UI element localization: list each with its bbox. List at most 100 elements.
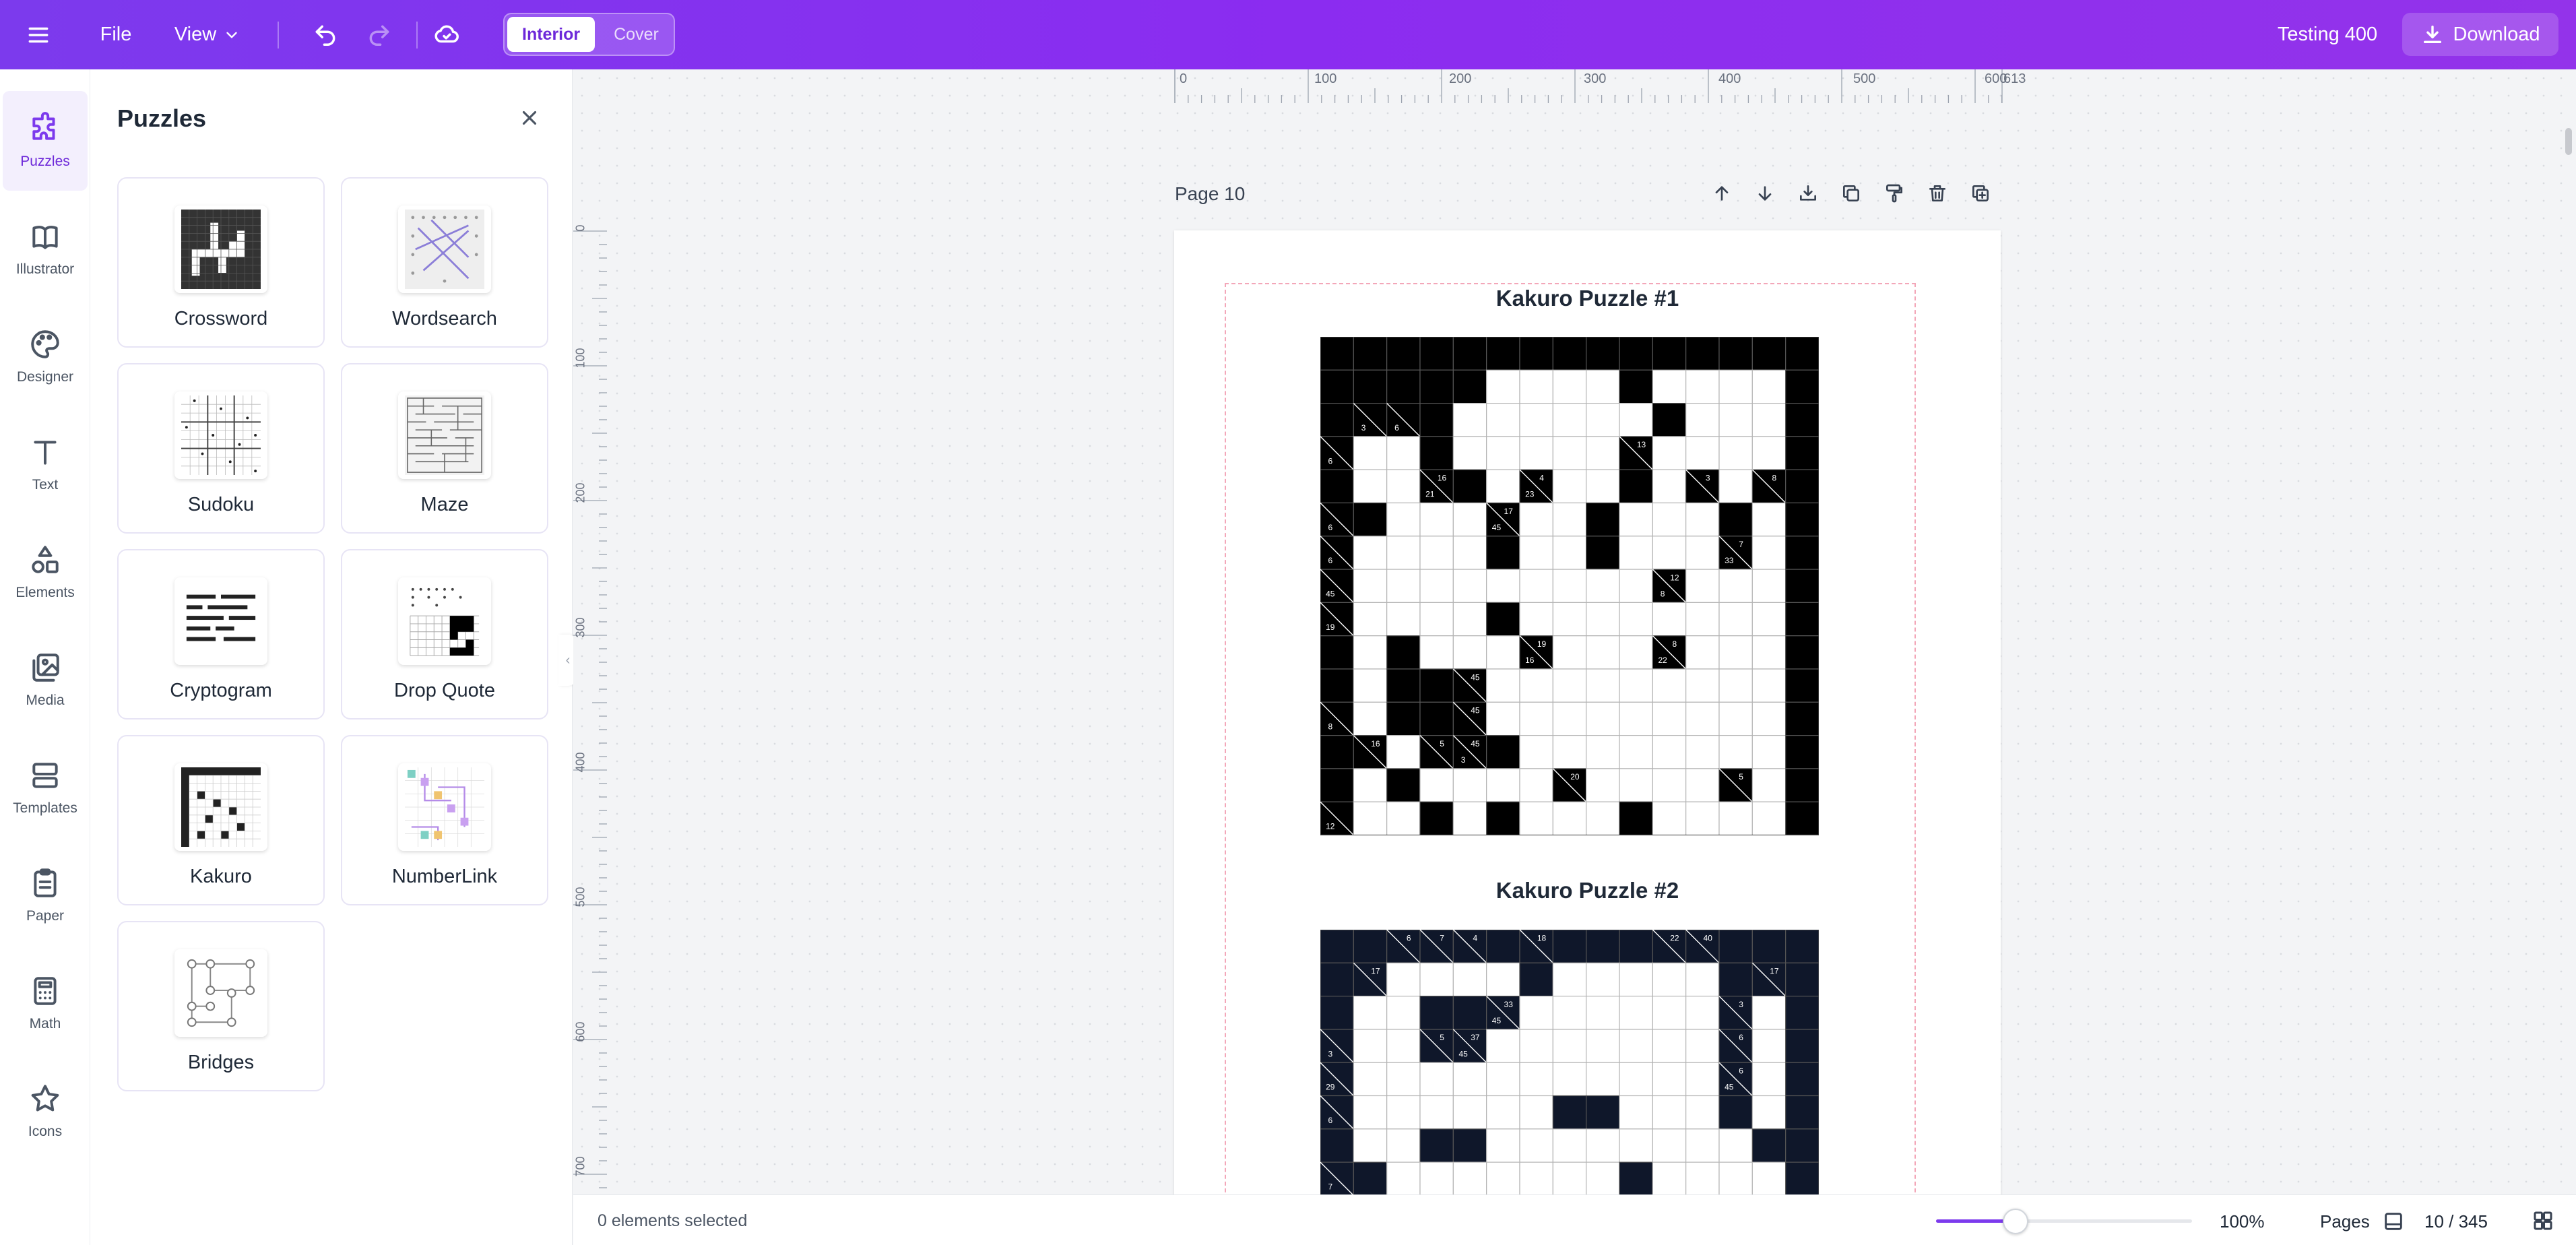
puzzle-card-sudoku[interactable]: Sudoku [117, 363, 325, 534]
kakuro-clue-across: 8 [1661, 589, 1665, 599]
project-name-label: Testing 400 [2277, 24, 2378, 45]
kakuro-block-cell [1320, 402, 1354, 437]
kakuro-empty-cell [1353, 1095, 1388, 1130]
view-menu[interactable]: View [168, 0, 247, 69]
redo-icon [369, 25, 389, 46]
move-page-up-button[interactable] [1708, 179, 1736, 208]
kakuro-clue-down: 13 [1637, 440, 1646, 449]
cloud-save-button[interactable] [430, 0, 463, 69]
download-button[interactable]: Download [2402, 13, 2558, 56]
puzzle-title[interactable]: Kakuro Puzzle #1 [1174, 286, 2001, 311]
kakuro-block-cell [1419, 995, 1454, 1030]
tab-interior[interactable]: Interior [507, 17, 595, 52]
file-menu[interactable]: File [93, 0, 139, 69]
kakuro-block-cell [1486, 602, 1520, 637]
format-page-button[interactable] [1880, 179, 1908, 208]
kakuro-block-cell [1751, 930, 1786, 963]
puzzle-card-cryptogram[interactable]: Cryptogram [117, 549, 325, 720]
kakuro-empty-cell [1452, 801, 1487, 835]
ruler-label-v: 200 [573, 482, 587, 503]
puzzle-title[interactable]: Kakuro Puzzle #2 [1174, 878, 2001, 903]
kakuro-block-cell [1452, 369, 1487, 404]
puzzle-card-bridges[interactable]: Bridges [117, 921, 325, 1091]
pages-label[interactable]: Pages [2320, 1211, 2370, 1232]
kakuro-empty-cell [1718, 701, 1753, 736]
add-page-button[interactable] [1966, 179, 1995, 208]
redo-button[interactable] [362, 0, 396, 69]
kakuro-empty-cell [1685, 602, 1720, 637]
kakuro-clue-across: 3 [1461, 755, 1466, 765]
duplicate-page-button[interactable] [1837, 179, 1865, 208]
panel-title: Puzzles [117, 104, 207, 132]
kakuro-block-cell [1419, 436, 1454, 470]
trash-icon [1929, 185, 1945, 201]
rail-item-templates[interactable]: Templates [0, 738, 90, 837]
kakuro-block-cell [1751, 337, 1786, 371]
kakuro-empty-cell [1586, 602, 1620, 637]
kakuro-empty-cell [1519, 436, 1553, 470]
kakuro-grid-2[interactable]: 6 7 4 18 22 4017 173345335 374562964567 [1320, 930, 1819, 1195]
hamburger-icon [28, 27, 49, 42]
kakuro-block-cell [1386, 668, 1421, 703]
undo-button[interactable] [309, 0, 342, 69]
kakuro-empty-cell [1552, 962, 1587, 997]
download-label: Download [2453, 23, 2540, 45]
page-panel-icon[interactable] [2382, 1210, 2405, 1233]
zoom-level[interactable]: 100% [2220, 1211, 2265, 1232]
kakuro-empty-cell [1718, 569, 1753, 604]
rail-item-paper[interactable]: Paper [0, 845, 90, 945]
tab-cover[interactable]: Cover [599, 17, 674, 52]
rail-label: Text [32, 477, 59, 492]
kakuro-block-cell [1419, 801, 1454, 835]
move-page-down-button[interactable] [1751, 179, 1779, 208]
kakuro-empty-cell [1552, 369, 1587, 404]
rail-item-elements[interactable]: Elements [0, 522, 90, 622]
kakuro-empty-cell [1419, 1095, 1454, 1130]
kakuro-clue-down: 8 [1673, 639, 1677, 649]
kakuro-grid-1[interactable]: 3 661316214233 861745673345128191916822458… [1320, 337, 1819, 835]
puzzle-card-crossword[interactable]: Crossword [117, 177, 325, 348]
puzzle-card-maze[interactable]: Maze [341, 363, 548, 534]
delete-page-button[interactable] [1923, 179, 1952, 208]
rail-item-media[interactable]: Media [0, 630, 90, 730]
rail-item-puzzles[interactable]: Puzzles [3, 91, 88, 191]
ruler-label-v: 300 [573, 617, 587, 638]
puzzle-card-wordsearch[interactable]: Wordsearch [341, 177, 548, 348]
kakuro-empty-cell [1751, 569, 1786, 604]
kakuro-empty-cell [1353, 469, 1388, 504]
kakuro-block-cell [1718, 962, 1753, 997]
zoom-slider[interactable] [1936, 1209, 2192, 1234]
puzzle-card-numberlink[interactable]: NumberLink [341, 735, 548, 905]
left-rail: Puzzles Illustrator Designer Text Elemen… [0, 69, 90, 1245]
zoom-slider-handle[interactable] [2002, 1209, 2028, 1234]
kakuro-clue-down: 33 [1504, 1000, 1514, 1009]
close-panel-button[interactable] [515, 103, 544, 133]
kakuro-empty-cell [1652, 469, 1687, 504]
puzzle-card-kakuro[interactable]: Kakuro [117, 735, 325, 905]
kakuro-empty-cell [1619, 1128, 1653, 1163]
kakuro-empty-cell [1751, 602, 1786, 637]
rail-item-illustrator[interactable]: Illustrator [0, 199, 90, 298]
kakuro-empty-cell [1452, 502, 1487, 537]
rail-item-text[interactable]: Text [0, 414, 90, 514]
kakuro-block-cell [1320, 734, 1354, 769]
rail-item-math[interactable]: Math [0, 953, 90, 1053]
kakuro-empty-cell [1486, 469, 1520, 504]
kakuro-empty-cell [1486, 701, 1520, 736]
kakuro-block-cell [1785, 469, 1819, 504]
kakuro-empty-cell [1519, 768, 1553, 802]
kakuro-empty-cell [1619, 734, 1653, 769]
download-icon [1800, 185, 1816, 201]
kakuro-block-cell [1486, 930, 1520, 963]
download-page-button[interactable] [1794, 179, 1822, 208]
rail-item-icons[interactable]: Icons [0, 1061, 90, 1161]
project-name[interactable]: Testing 400 [2270, 0, 2385, 69]
kakuro-clue-down: 17 [1371, 967, 1380, 976]
grid-view-icon[interactable] [2531, 1209, 2555, 1233]
rail-item-designer[interactable]: Designer [0, 307, 90, 406]
menu-button[interactable] [16, 0, 61, 69]
canvas-scrollbar[interactable] [2565, 128, 2572, 155]
kakuro-block-cell [1785, 1095, 1819, 1130]
puzzle-card-drop-quote[interactable]: Drop Quote [341, 549, 548, 720]
kakuro-empty-cell [1652, 1095, 1687, 1130]
